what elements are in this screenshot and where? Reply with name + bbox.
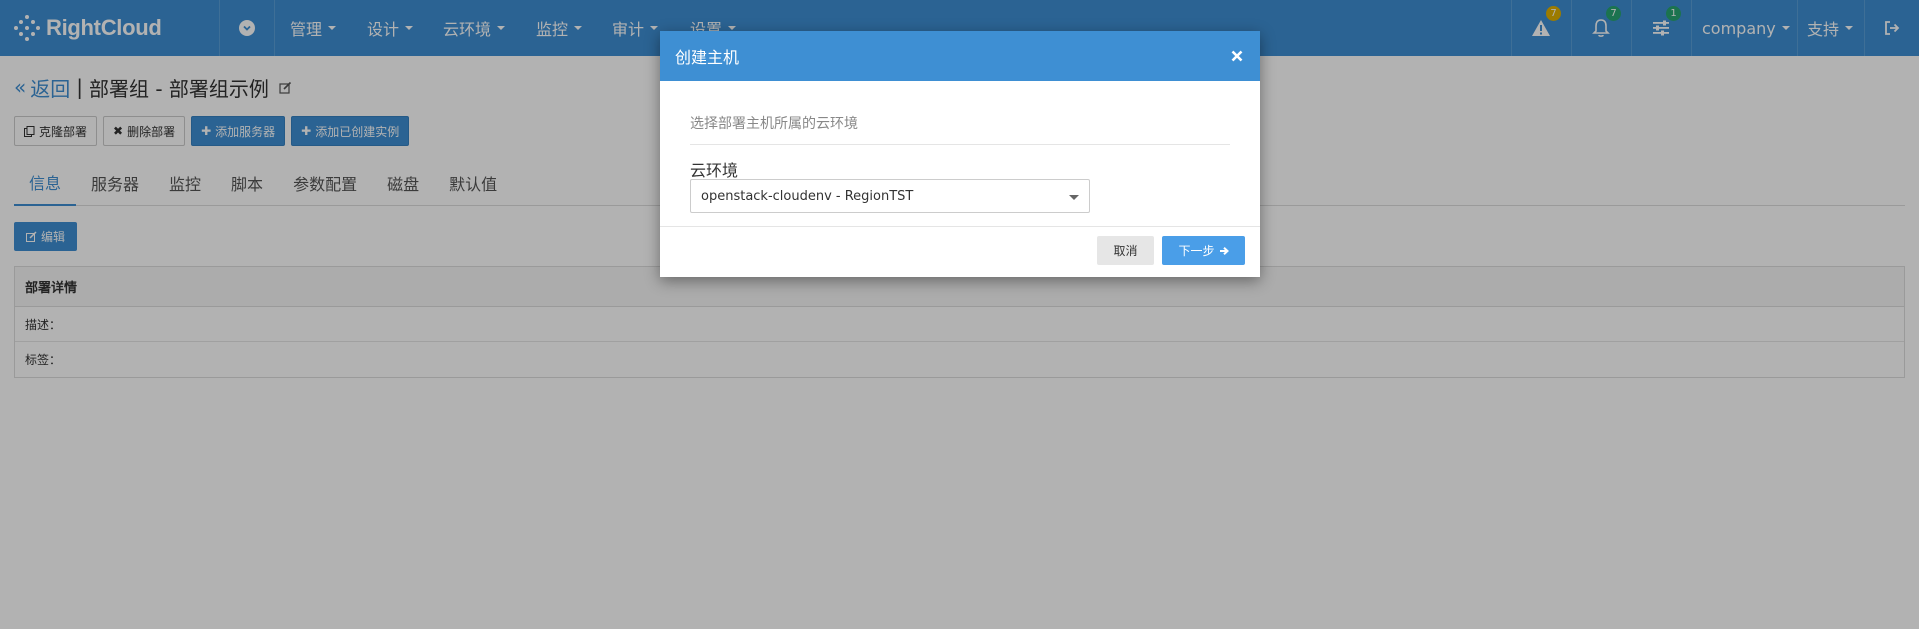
caret-down-icon	[1069, 195, 1079, 200]
close-icon	[1231, 50, 1243, 62]
modal-body: 选择部署主机所属的云环境 云环境 openstack-cloudenv - Re…	[660, 81, 1260, 227]
modal-title: 创建主机	[675, 48, 740, 67]
modal-header: 创建主机	[660, 31, 1260, 81]
cloud-env-select[interactable]: openstack-cloudenv - RegionTST	[690, 179, 1090, 213]
next-step-button[interactable]: 下一步	[1162, 236, 1245, 265]
close-button[interactable]	[1228, 47, 1246, 65]
create-host-modal: 创建主机 选择部署主机所属的云环境 云环境 openstack-cloudenv…	[660, 31, 1260, 277]
arrow-right-icon	[1219, 246, 1229, 255]
modal-description: 选择部署主机所属的云环境	[690, 116, 858, 132]
cloud-env-selected-value: openstack-cloudenv - RegionTST	[701, 188, 914, 204]
cloud-env-label: 云环境	[690, 161, 739, 180]
modal-footer: 取消 下一步	[660, 227, 1260, 277]
divider	[690, 144, 1230, 145]
cancel-button[interactable]: 取消	[1097, 236, 1154, 265]
